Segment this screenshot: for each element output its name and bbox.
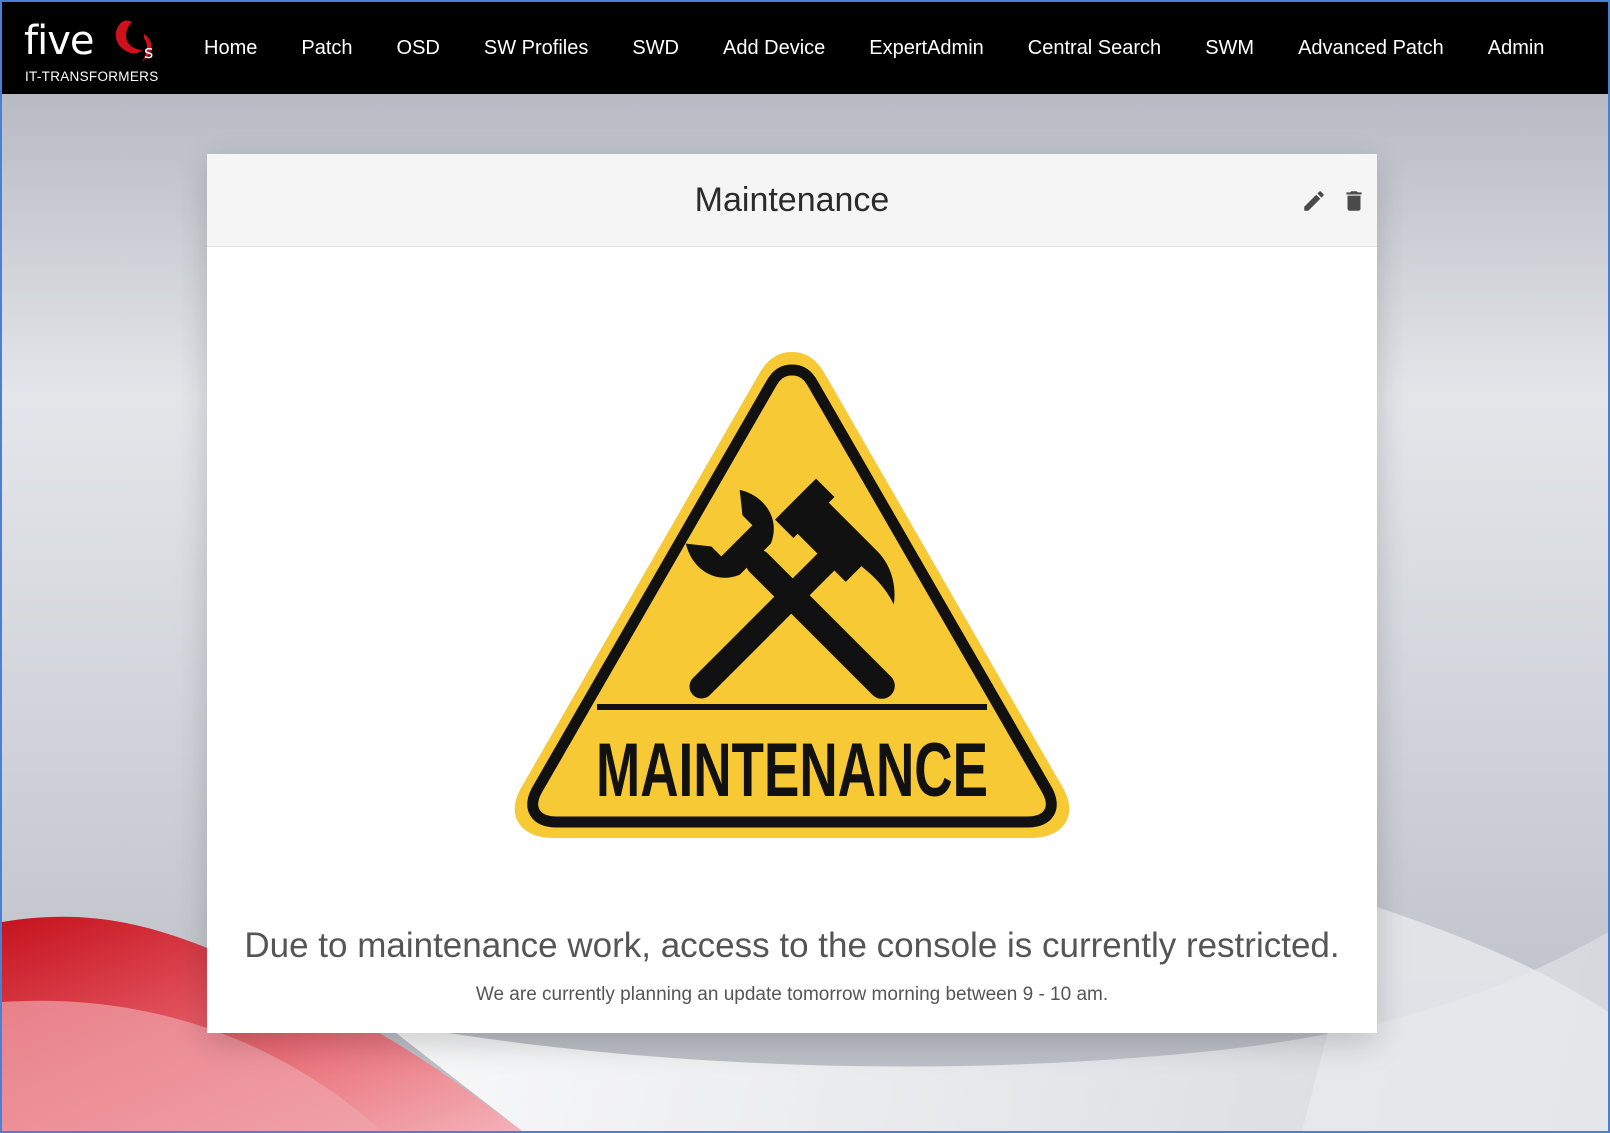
nav-item-osd[interactable]: OSD xyxy=(375,2,462,94)
brand-tagline: IT-TRANSFORMERS xyxy=(25,69,159,84)
nav-item-advanced-patch[interactable]: Advanced Patch xyxy=(1276,2,1466,94)
nav-item-swd[interactable]: SWD xyxy=(610,2,701,94)
pencil-icon[interactable] xyxy=(1301,188,1327,214)
brand-word: five xyxy=(24,18,94,64)
brand-suffix: s xyxy=(144,42,154,63)
maintenance-submessage: We are currently planning an update tomo… xyxy=(475,984,1109,1005)
nav-item-sw-profiles[interactable]: SW Profiles xyxy=(462,2,610,94)
brand-logo[interactable]: five s IT-TRANSFORMERS xyxy=(20,14,160,86)
browser-frame: five s IT-TRANSFORMERS Home Patch OSD SW… xyxy=(0,0,1610,1133)
card-actions xyxy=(1301,188,1367,214)
sign-label: MAINTENANCE xyxy=(596,728,988,813)
maintenance-card: Maintenance MAINTENANCE Due to maintenan… xyxy=(207,154,1377,1033)
nav-item-swm[interactable]: SWM xyxy=(1183,2,1276,94)
nav-item-home[interactable]: Home xyxy=(182,2,279,94)
nav-item-add-device[interactable]: Add Device xyxy=(701,2,847,94)
nav-item-patch[interactable]: Patch xyxy=(279,2,374,94)
maintenance-message: Due to maintenance work, access to the c… xyxy=(244,926,1340,965)
main-nav: Home Patch OSD SW Profiles SWD Add Devic… xyxy=(182,2,1566,94)
nav-item-expertadmin[interactable]: ExpertAdmin xyxy=(847,2,1006,94)
card-header: Maintenance xyxy=(207,154,1377,247)
nav-item-central-search[interactable]: Central Search xyxy=(1006,2,1183,94)
maintenance-sign: MAINTENANCE xyxy=(514,352,1070,838)
nav-item-admin[interactable]: Admin xyxy=(1466,2,1567,94)
card-title: Maintenance xyxy=(694,181,890,219)
top-navbar: five s IT-TRANSFORMERS Home Patch OSD SW… xyxy=(2,2,1608,94)
trash-icon[interactable] xyxy=(1341,188,1367,214)
